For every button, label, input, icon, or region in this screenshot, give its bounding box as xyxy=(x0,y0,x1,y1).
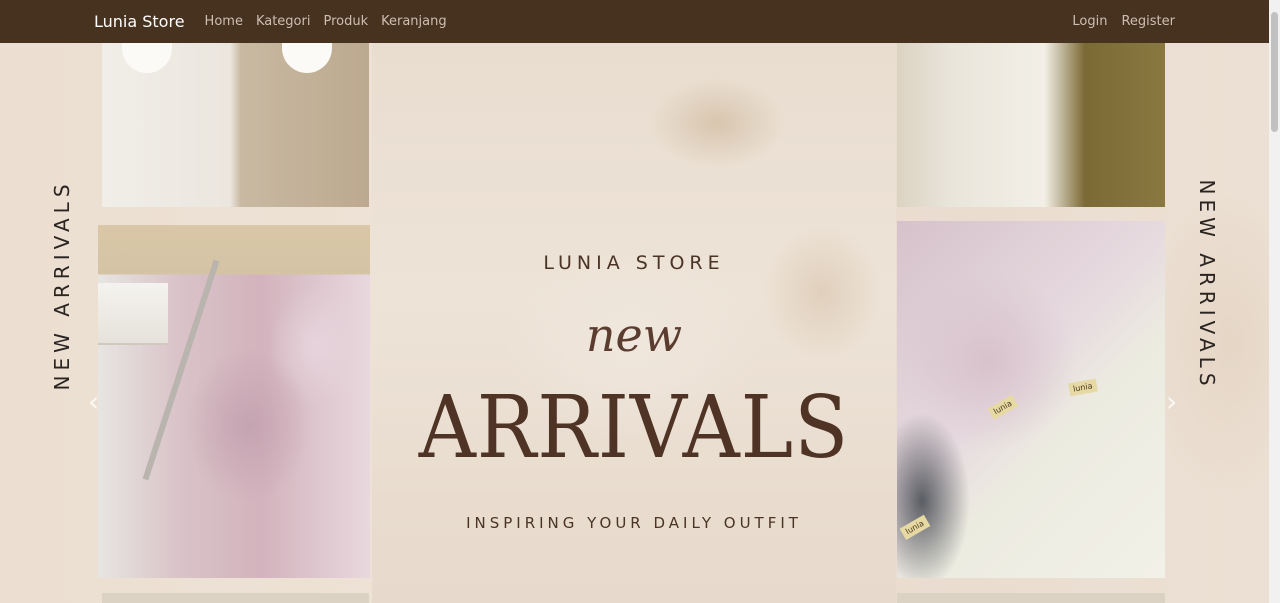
hero-arrivals-word: ARRIVALS xyxy=(418,378,850,478)
product-photo-shirts xyxy=(102,43,369,207)
side-text-right: NEW ARRIVALS xyxy=(1195,179,1219,391)
chevron-right-icon: › xyxy=(1166,385,1178,418)
hero-new-word: new xyxy=(585,308,683,362)
nav-link-keranjang[interactable]: Keranjang xyxy=(381,14,447,29)
nav-link-register[interactable]: Register xyxy=(1121,14,1175,29)
nav-link-produk[interactable]: Produk xyxy=(323,14,368,29)
carousel-next-button[interactable]: › xyxy=(1166,388,1177,416)
nav-link-kategori[interactable]: Kategori xyxy=(256,14,311,29)
product-tag: lunia xyxy=(899,514,930,541)
hero-carousel: lunia lunia lunia NEW ARRIVALS NEW ARRIV… xyxy=(0,43,1269,603)
nav-right-group: Login Register xyxy=(1058,14,1175,29)
carousel-prev-button[interactable]: ‹ xyxy=(88,388,99,416)
product-tag: lunia xyxy=(1068,378,1098,397)
hero-tagline: INSPIRING YOUR DAILY OUTFIT xyxy=(466,514,802,532)
product-photo-scarves: lunia lunia lunia xyxy=(897,221,1165,578)
chevron-left-icon: ‹ xyxy=(88,385,100,418)
navbar: Lunia Store Home Kategori Produk Keranja… xyxy=(0,0,1269,43)
scrollbar-thumb[interactable] xyxy=(1271,12,1278,132)
nav-link-login[interactable]: Login xyxy=(1072,14,1107,29)
product-photo-cardigans xyxy=(897,43,1165,207)
page-scrollbar[interactable] xyxy=(1269,0,1280,603)
side-text-left: NEW ARRIVALS xyxy=(50,179,74,391)
nav-link-home[interactable]: Home xyxy=(205,14,243,29)
brand-link[interactable]: Lunia Store xyxy=(94,12,185,31)
product-tag: lunia xyxy=(987,394,1018,421)
hero-store-title: LUNIA STORE xyxy=(543,252,725,274)
product-photo-floral-blouse xyxy=(98,225,370,578)
